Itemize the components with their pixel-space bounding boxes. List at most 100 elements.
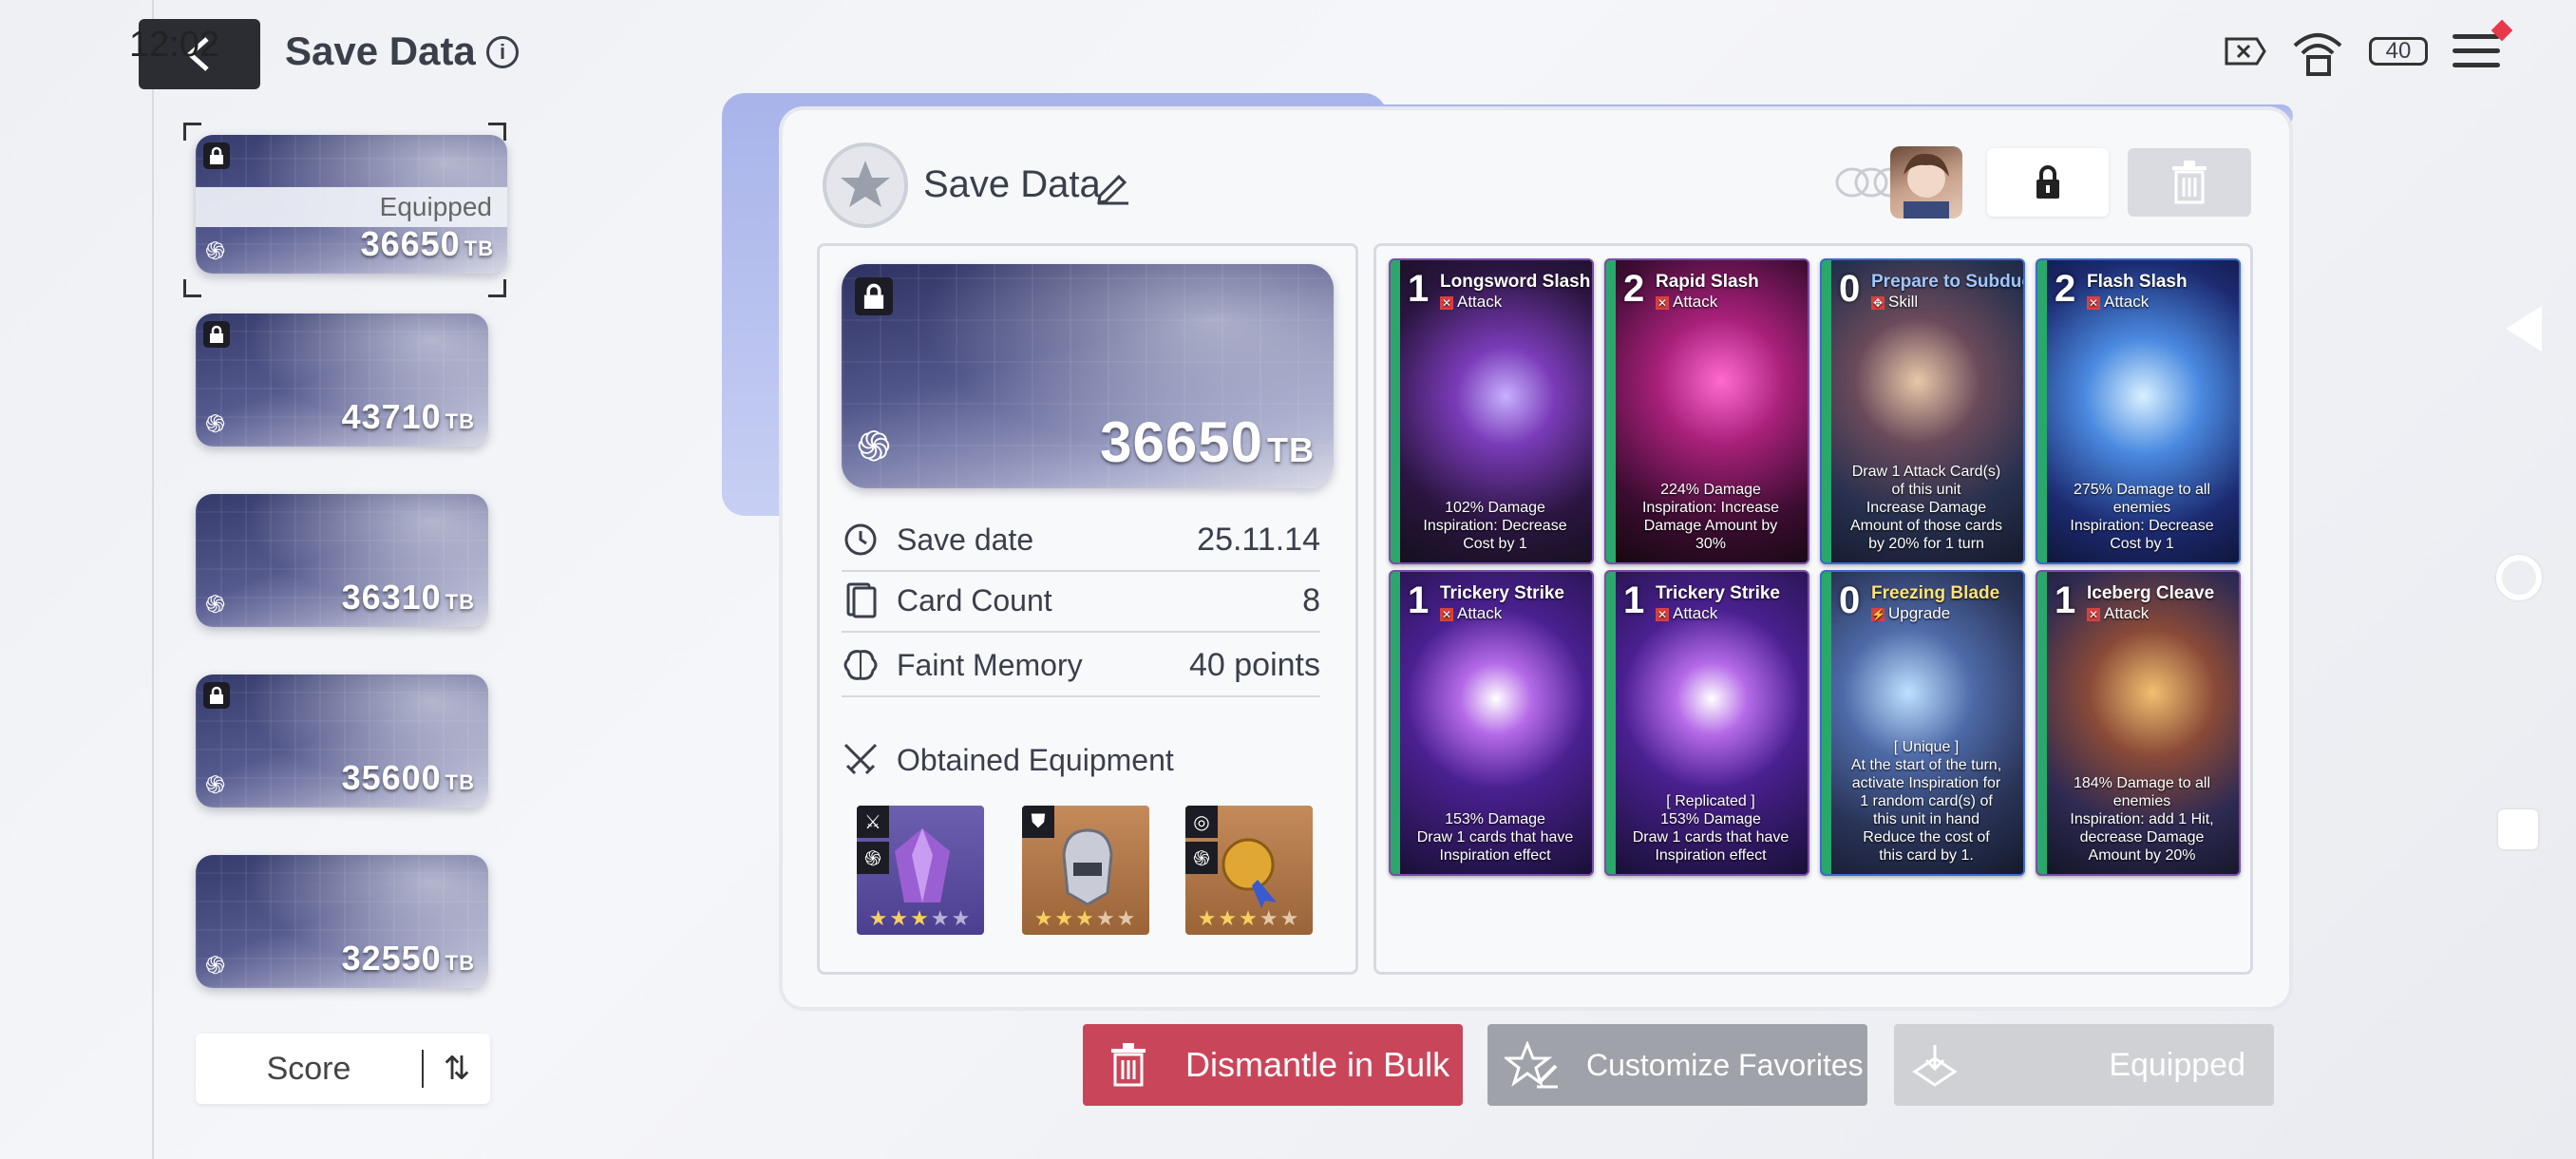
- card-description: 224% Damage Inspiration: Increase Damage A…: [1641, 482, 1780, 552]
- card-name: Prepare to Subdue: [1871, 272, 2025, 292]
- nav-recents-icon[interactable]: [2498, 809, 2538, 849]
- save-slot-2[interactable]: ֍ 43710 TB: [196, 314, 488, 446]
- selected-save-score: 36650 TB: [1100, 410, 1315, 474]
- save-score: 35600 TB: [341, 758, 475, 797]
- lock-icon: [203, 682, 230, 709]
- customize-favorites-button[interactable]: Customize Favorites: [1487, 1024, 1867, 1106]
- card-cost: 0: [1839, 580, 1861, 621]
- card-type: ✕ Attack: [1656, 604, 1718, 622]
- stat-card-count: Card Count 8: [842, 570, 1320, 633]
- menu-icon[interactable]: [2453, 19, 2513, 72]
- swirl-icon: ֍: [1185, 842, 1218, 874]
- card-description: 153% Damage Draw 1 cards that have Inspira…: [1416, 811, 1574, 864]
- card-cost: 1: [2055, 580, 2076, 621]
- card-name: Rapid Slash: [1656, 272, 1759, 292]
- edit-name-icon[interactable]: [1094, 171, 1132, 205]
- card-cost: 2: [2055, 268, 2076, 310]
- card-type-icon: ✕: [1656, 608, 1669, 621]
- equipment-armor[interactable]: ⛊ ★★★★★: [1022, 806, 1149, 935]
- lock-icon: [203, 321, 230, 348]
- crossed-swords-icon: [843, 743, 878, 775]
- card-type-icon: ⚡: [1871, 608, 1885, 621]
- card-type: ✕ Attack: [1440, 293, 1503, 311]
- card-type: ✕ Attack: [1440, 604, 1503, 622]
- rarity-stars: ★★★★★: [868, 906, 973, 930]
- dismantle-in-bulk-button[interactable]: Dismantle in Bulk: [1083, 1024, 1463, 1106]
- card-type: ✥ Skill: [1871, 293, 1919, 311]
- swirl-icon: ֍: [857, 842, 889, 874]
- save-score: 32550 TB: [341, 939, 475, 978]
- equip-download-icon: [1912, 1045, 1958, 1087]
- card-description: Draw 1 Attack Card(s) of this unit Increas…: [1849, 464, 2003, 552]
- lock-button[interactable]: [1987, 148, 2109, 217]
- crystal-icon: [895, 828, 950, 902]
- nav-home-icon[interactable]: [2496, 555, 2542, 600]
- card-cost: 0: [1839, 268, 1861, 310]
- armor-icon: ⛊: [1022, 806, 1054, 838]
- trash-icon: [2172, 161, 2207, 204]
- card-name: Longsword Slash: [1440, 272, 1591, 292]
- deck-card[interactable]: 1 Iceberg Cleave ✕ Attack 184% Damage to all…: [2036, 570, 2241, 876]
- nav-back-icon[interactable]: [2506, 306, 2542, 352]
- stat-save-date: Save date 25.11.14: [842, 509, 1320, 572]
- card-description: [ Replicated ] 153% Damage Draw 1 cards th…: [1632, 793, 1790, 864]
- deck-card[interactable]: 1 Trickery Strike ✕ Attack 153% Damage Draw 1…: [1389, 570, 1594, 876]
- card-cost: 2: [1623, 268, 1645, 310]
- side-rail: [152, 0, 154, 1159]
- rarity-stars: ★★★★★: [1197, 906, 1301, 930]
- info-icon[interactable]: i: [486, 36, 519, 68]
- card-cost: 1: [1623, 580, 1645, 621]
- deck-card[interactable]: 1 Trickery Strike ✕ Attack [ Replicated ] 153…: [1604, 570, 1809, 876]
- save-score: 36650 TB: [360, 224, 494, 263]
- equipment-weapon[interactable]: ⚔ ֍ ★★★★★: [857, 806, 984, 935]
- helmet-icon: [1062, 828, 1113, 906]
- trash-icon: [1111, 1043, 1146, 1087]
- deck-card[interactable]: 2 Rapid Slash ✕ Attack 224% Damage Inspiratio…: [1604, 258, 1809, 564]
- character-avatar: [1890, 146, 1962, 218]
- save-slot-1[interactable]: Equipped ֍ 36650 TB: [183, 123, 507, 297]
- save-score: 36310 TB: [341, 578, 475, 617]
- rarity-stars: ★★★★★: [1033, 906, 1138, 930]
- save-slot-5[interactable]: ֍ 32550 TB: [196, 855, 488, 988]
- card-cost: 1: [1408, 268, 1430, 310]
- swirl-icon: ֍: [205, 590, 226, 618]
- card-description: 275% Damage to all enemies Inspiration: De…: [2070, 482, 2214, 552]
- swirl-icon: ֍: [205, 237, 226, 265]
- card-type: ⚡ Upgrade: [1871, 604, 1951, 622]
- battery-indicator: 40: [2369, 37, 2428, 66]
- sort-order-icon[interactable]: ⇅: [422, 1050, 490, 1088]
- card-name: Trickery Strike: [1656, 583, 1780, 603]
- card-type: ✕ Attack: [2087, 604, 2150, 622]
- clock-icon: [842, 521, 880, 559]
- equipped-button[interactable]: Equipped: [1894, 1024, 2274, 1106]
- selected-save-card: ֍ 36650 TB: [842, 264, 1334, 488]
- card-description: 102% Damage Inspiration: Decrease Cost by …: [1423, 500, 1567, 552]
- status-time: 12:02: [129, 25, 220, 65]
- card-type-icon: ✕: [1656, 296, 1669, 310]
- card-name: Flash Slash: [2087, 272, 2188, 292]
- sort-score-button[interactable]: Score ⇅: [196, 1034, 490, 1104]
- save-score: 43710 TB: [341, 397, 475, 436]
- deck-card[interactable]: 0 Freezing Blade ⚡ Upgrade [ Unique ] At the …: [1820, 570, 2025, 876]
- equipment-accessory[interactable]: ◎ ֍ ★★★★★: [1185, 806, 1313, 935]
- lock-icon: [2036, 165, 2059, 199]
- swirl-icon: ֍: [857, 424, 891, 470]
- card-type: ✕ Attack: [1656, 293, 1718, 311]
- wifi-icon: [2293, 33, 2342, 76]
- sword-icon: ⚔: [857, 806, 889, 838]
- equipped-label: Equipped: [196, 187, 507, 227]
- emblem-icon: [823, 142, 908, 228]
- equipment-heading: Obtained Equipment: [842, 741, 1174, 779]
- save-slot-4[interactable]: ֍ 35600 TB: [196, 674, 488, 808]
- deck-card[interactable]: 2 Flash Slash ✕ Attack 275% Damage to all ene…: [2036, 258, 2241, 564]
- lock-icon: [203, 142, 230, 169]
- deck-card[interactable]: 0 Prepare to Subdue ✥ Skill Draw 1 Attack Ca…: [1820, 258, 2025, 564]
- card-cost: 1: [1408, 580, 1430, 621]
- card-type-icon: ✕: [1440, 608, 1453, 621]
- card-type-icon: ✕: [1440, 296, 1453, 310]
- save-slot-3[interactable]: ֍ 36310 TB: [196, 494, 488, 627]
- deck-card[interactable]: 1 Longsword Slash ✕ Attack 102% Damage Inspir…: [1389, 258, 1594, 564]
- delete-button[interactable]: [2128, 148, 2251, 217]
- card-name: Iceberg Cleave: [2087, 583, 2215, 603]
- swirl-icon: ֍: [205, 409, 226, 438]
